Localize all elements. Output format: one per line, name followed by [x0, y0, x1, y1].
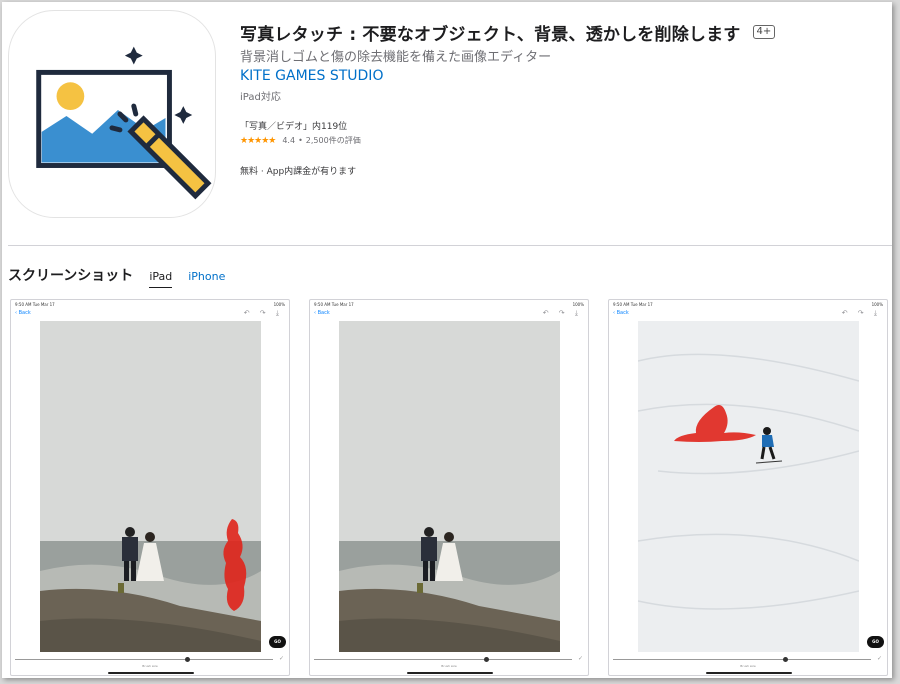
battery-icon: 100%: [572, 302, 584, 307]
price-label: 無料 · App内課金が有ります: [240, 167, 357, 177]
screenshots-heading: スクリーンショット: [8, 268, 134, 284]
brush-size-label: Brush size: [142, 664, 158, 668]
rating-value: 4.4: [282, 136, 296, 145]
app-title: 写真レタッチ : 不要なオブジェクト、背景、透かしを削除します: [240, 24, 741, 45]
title-row: 写真レタッチ : 不要なオブジェクト、背景、透かしを削除します 4+: [240, 20, 880, 45]
category-rank[interactable]: 「写真／ビデオ」内119位: [240, 119, 880, 132]
age-rating-badge: 4+: [752, 25, 776, 39]
home-indicator: [706, 672, 792, 674]
checkmark-icon: ✓: [278, 655, 284, 662]
developer-link[interactable]: KITE GAMES STUDIO: [240, 68, 383, 84]
undo-redo-icon: ↶ ↷ ⤓: [243, 309, 283, 317]
go-button: GO: [867, 636, 884, 648]
screenshot-3[interactable]: 9:50 AM Tue Mar 17 100% ‹ Back ↶ ↷ ⤓ GO …: [608, 299, 888, 676]
rating-row: ★★★★★ 4.4 • 2,500件の評価: [240, 135, 880, 146]
rating-separator: •: [298, 136, 303, 145]
app-subtitle: 背景消しゴムと傷の除去機能を備えた画像エディター: [240, 50, 552, 65]
back-button: ‹ Back: [15, 310, 31, 316]
app-store-page: 写真レタッチ : 不要なオブジェクト、背景、透かしを削除します 4+ 背景消しゴ…: [2, 2, 892, 678]
brush-size-slider: [15, 657, 273, 662]
status-time: 9:50 AM Tue Mar 17: [314, 302, 354, 307]
battery-icon: 100%: [871, 302, 883, 307]
checkmark-icon: ✓: [876, 655, 882, 662]
brush-size-slider: [613, 657, 871, 662]
photo-with-magic-wand-icon[interactable]: [8, 10, 216, 218]
beach-photo: [339, 321, 560, 652]
screenshots-header: スクリーンショット iPad iPhone: [8, 265, 225, 288]
home-indicator: [407, 672, 493, 674]
snow-photo: [638, 321, 859, 652]
status-time: 9:50 AM Tue Mar 17: [15, 302, 55, 307]
compatibility-label: iPad対応: [240, 92, 281, 103]
checkmark-icon: ✓: [577, 655, 583, 662]
slider-knob: [783, 657, 789, 662]
undo-redo-icon: ↶ ↷ ⤓: [542, 309, 582, 317]
back-button: ‹ Back: [613, 310, 629, 316]
slider-knob: [185, 657, 191, 662]
brush-size-slider: [314, 657, 572, 662]
brush-size-label: Brush size: [441, 664, 457, 668]
beach-photo: [40, 321, 261, 652]
rating-count: 2,500件の評価: [305, 136, 361, 145]
battery-icon: 100%: [273, 302, 285, 307]
back-button: ‹ Back: [314, 310, 330, 316]
section-divider: [8, 245, 892, 246]
screenshot-1[interactable]: 9:50 AM Tue Mar 17 100% ‹ Back ↶ ↷ ⤓ GO …: [10, 299, 290, 676]
screenshot-2[interactable]: 9:50 AM Tue Mar 17 100% ‹ Back ↶ ↷ ⤓ ✓ B…: [309, 299, 589, 676]
home-indicator: [108, 672, 194, 674]
star-rating-icon: ★★★★★: [240, 135, 276, 146]
undo-redo-icon: ↶ ↷ ⤓: [841, 309, 881, 317]
status-time: 9:50 AM Tue Mar 17: [613, 302, 653, 307]
go-button: GO: [269, 636, 286, 648]
slider-knob: [484, 657, 490, 662]
tab-iphone[interactable]: iPhone: [188, 270, 225, 287]
app-info: 写真レタッチ : 不要なオブジェクト、背景、透かしを削除します 4+ 背景消しゴ…: [240, 20, 880, 177]
tab-ipad[interactable]: iPad: [149, 270, 173, 288]
brush-size-label: Brush size: [740, 664, 756, 668]
